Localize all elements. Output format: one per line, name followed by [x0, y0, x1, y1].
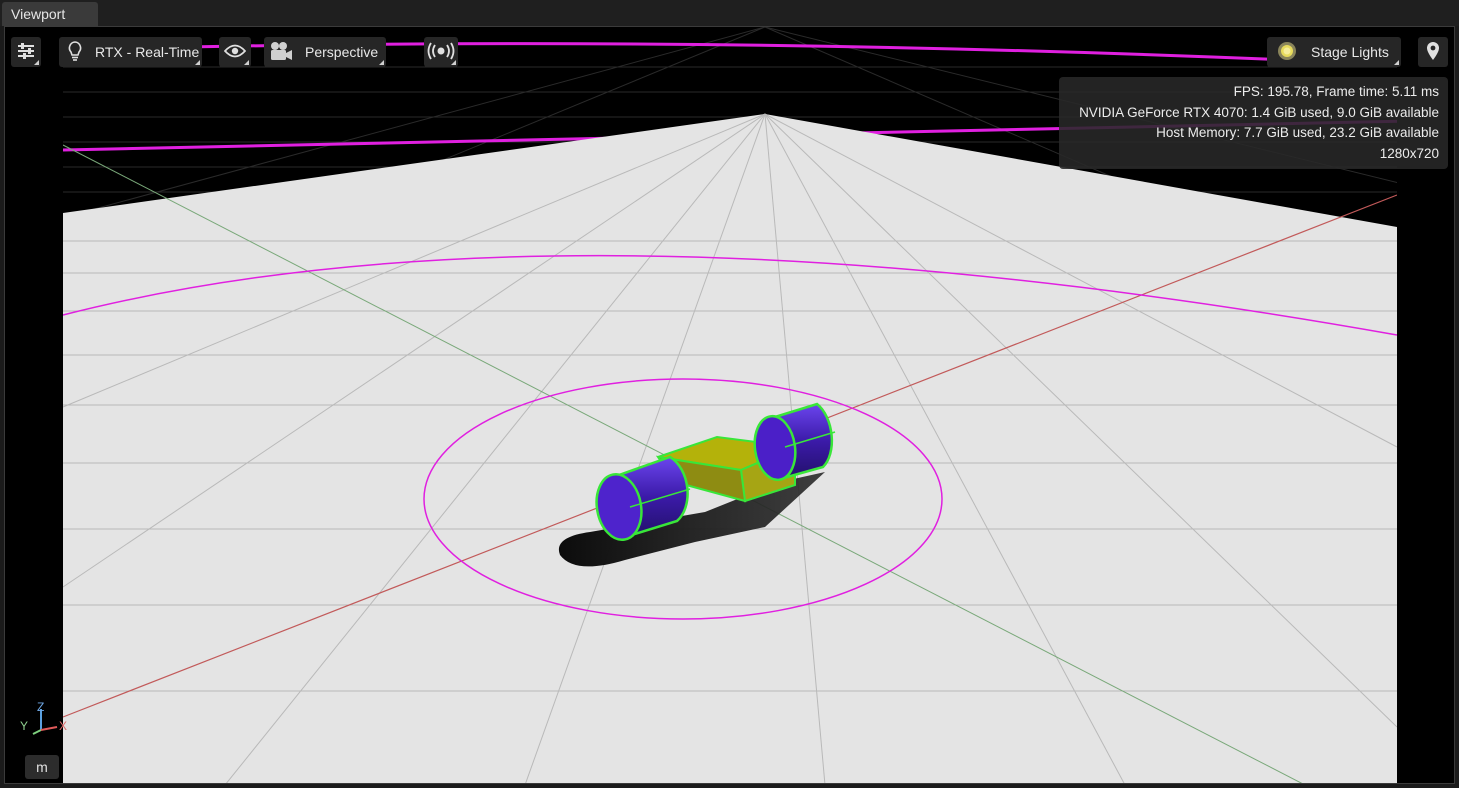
- fps-readout: FPS: 195.78, Frame time: 5.11 ms: [1233, 84, 1439, 99]
- stats-overlay: FPS: 195.78, Frame time: 5.11 ms NVIDIA …: [1059, 77, 1448, 169]
- axis-label-x: X: [59, 719, 67, 733]
- host-memory-readout: Host Memory: 7.7 GiB used, 23.2 GiB avai…: [1156, 125, 1439, 140]
- movie-camera-icon: [269, 41, 293, 64]
- viewport-frame[interactable]: RTX - Real-Time Perspective Stage Lights: [4, 26, 1455, 784]
- axis-gizmo: Z Y X: [20, 701, 67, 735]
- location-button[interactable]: [1418, 37, 1448, 67]
- map-pin-icon: [1426, 41, 1440, 64]
- visibility-button[interactable]: [219, 37, 251, 67]
- sun-icon: [1277, 41, 1297, 64]
- gpu-memory-readout: NVIDIA GeForce RTX 4070: 1.4 GiB used, 9…: [1079, 104, 1439, 120]
- tab-viewport[interactable]: Viewport: [2, 2, 98, 26]
- render-mode-button[interactable]: RTX - Real-Time: [59, 37, 202, 67]
- sliders-icon: [17, 42, 35, 62]
- units-button[interactable]: m: [25, 755, 59, 779]
- axis-label-y: Y: [20, 719, 28, 733]
- eye-icon: [223, 44, 247, 61]
- lightbulb-icon: [68, 40, 82, 64]
- live-stream-button[interactable]: [424, 37, 458, 67]
- settings-button[interactable]: [11, 37, 41, 67]
- tab-bar: Viewport: [0, 0, 1459, 26]
- axis-label-z: Z: [37, 701, 44, 714]
- render-mode-label: RTX - Real-Time: [95, 44, 200, 60]
- viewport-gutter-left: [5, 27, 63, 783]
- camera-button[interactable]: Perspective: [264, 37, 386, 67]
- resolution-readout: 1280x720: [1379, 145, 1439, 161]
- lighting-button[interactable]: Stage Lights: [1267, 37, 1401, 67]
- lighting-label: Stage Lights: [1311, 44, 1389, 60]
- camera-label: Perspective: [305, 44, 379, 60]
